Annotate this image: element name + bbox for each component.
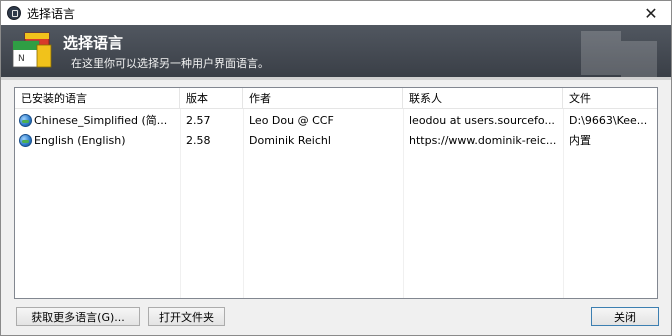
author-cell: Leo Dou @ CCF: [249, 113, 334, 127]
globe-icon: [19, 133, 32, 147]
close-button[interactable]: 关闭: [591, 307, 659, 326]
file-cell: D:\9663\Kee...: [569, 113, 648, 127]
language-list[interactable]: 已安装的语言 版本 作者 联系人 文件 Chinese_Simplified (…: [14, 87, 658, 299]
column-header-file[interactable]: 文件: [563, 88, 657, 108]
banner-divider: [1, 77, 671, 80]
column-header-contact[interactable]: 联系人: [403, 88, 563, 108]
author-cell: Dominik Reichl: [249, 133, 331, 147]
column-header-version[interactable]: 版本: [180, 88, 243, 108]
list-item[interactable]: Chinese_Simplified (简... 2.57 Leo Dou @ …: [15, 110, 657, 130]
column-header-language[interactable]: 已安装的语言: [15, 88, 180, 108]
list-body: Chinese_Simplified (简... 2.57 Leo Dou @ …: [15, 110, 657, 298]
globe-icon: [19, 113, 32, 127]
banner-title: 选择语言: [63, 34, 124, 52]
banner-watermark-icon: [581, 31, 657, 77]
svg-text:N: N: [18, 54, 25, 64]
column-header-author[interactable]: 作者: [243, 88, 403, 108]
close-window-button[interactable]: ✕: [631, 1, 671, 25]
title-bar[interactable]: 选择语言 ✕: [1, 1, 671, 25]
list-header: 已安装的语言 版本 作者 联系人 文件: [15, 88, 657, 109]
contact-cell: https://www.dominik-reic...: [409, 133, 557, 147]
language-cell: English (English): [15, 130, 180, 150]
contact-cell: leodou at users.sourcefo...: [409, 113, 555, 127]
get-more-languages-button[interactable]: 获取更多语言(G)...: [16, 307, 140, 326]
banner-subtitle: 在这里你可以选择另一种用户界面语言。: [71, 57, 269, 70]
language-cell: Chinese_Simplified (简...: [15, 110, 180, 130]
language-name: English (English): [34, 133, 126, 147]
open-folder-button[interactable]: 打开文件夹: [148, 307, 225, 326]
window-title: 选择语言: [27, 6, 76, 21]
version-cell: 2.57: [186, 113, 211, 127]
language-flag-logo-icon: N: [12, 32, 52, 68]
version-cell: 2.58: [186, 133, 211, 147]
header-banner: N 选择语言 在这里你可以选择另一种用户界面语言。: [1, 25, 671, 77]
file-cell: 内置: [569, 134, 591, 147]
language-dialog: 选择语言 ✕ N 选择语言 在这里你可以选择另一种用户界面语言。 已安装的语言 …: [0, 0, 672, 336]
list-item[interactable]: English (English) 2.58 Dominik Reichl ht…: [15, 130, 657, 150]
language-name: Chinese_Simplified (简...: [34, 114, 168, 127]
keepass-lock-icon: [7, 6, 21, 20]
